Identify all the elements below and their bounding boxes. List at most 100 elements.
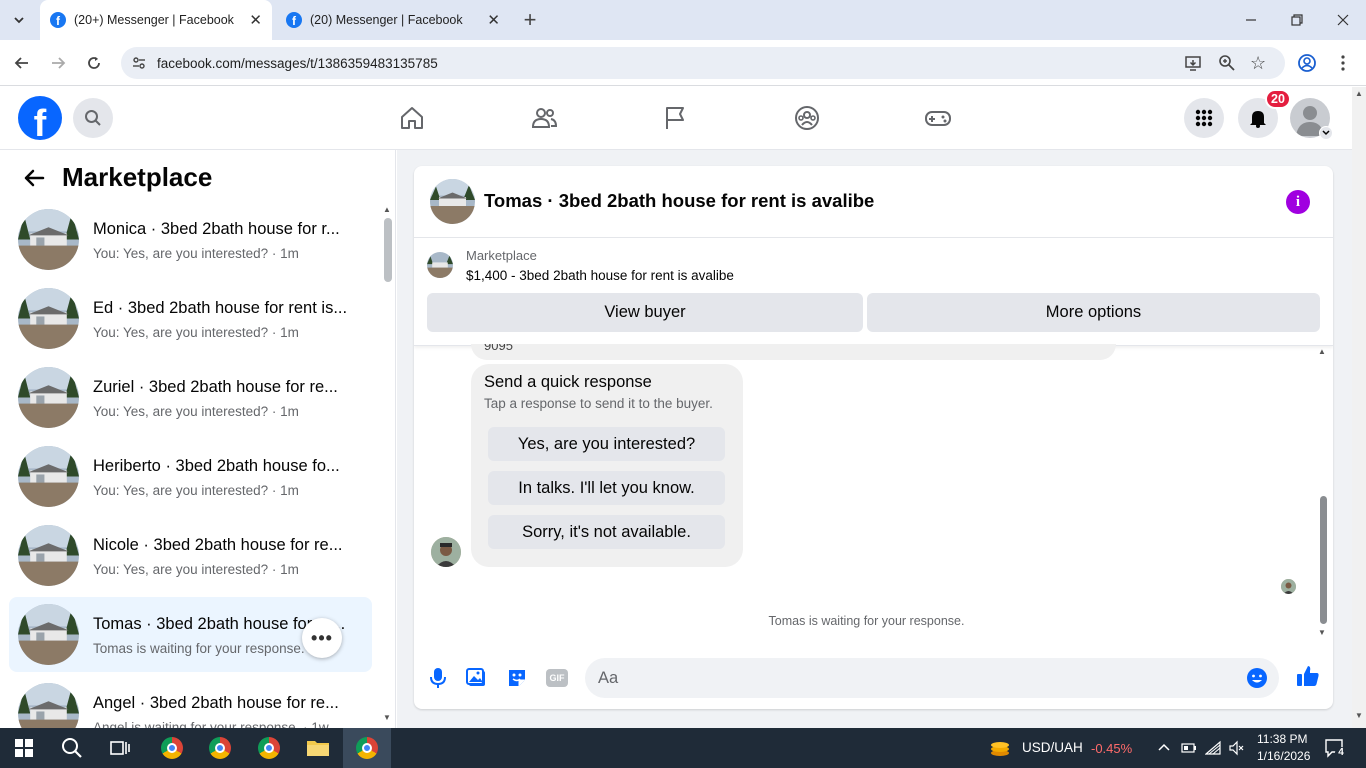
page-scrollbar[interactable]: ▲ ▼ — [1352, 87, 1366, 728]
chrome-taskbar-icon[interactable] — [196, 728, 244, 768]
previous-message-text: 9095 — [484, 344, 513, 353]
conversation-thumbnail — [18, 209, 79, 270]
listing-avatar[interactable] — [430, 179, 475, 224]
page-scroll-up-icon[interactable]: ▲ — [1355, 89, 1363, 98]
quick-response-option[interactable]: Sorry, it's not available. — [488, 515, 725, 549]
conversation-name: Nicole · 3bed 2bath house for re... — [93, 536, 343, 554]
windows-start-icon[interactable] — [0, 728, 48, 768]
quick-response-option[interactable]: Yes, are you interested? — [488, 427, 725, 461]
facebook-logo-icon[interactable]: f — [18, 96, 62, 140]
conversation-thumbnail — [18, 525, 79, 586]
view-buyer-button[interactable]: View buyer — [427, 293, 863, 332]
tab-search-icon[interactable] — [8, 9, 30, 31]
account-chevron-icon[interactable] — [1319, 126, 1333, 140]
pages-flag-icon[interactable] — [660, 103, 690, 133]
volume-muted-icon[interactable] — [1228, 740, 1244, 761]
message-composer: GIF Aa — [414, 649, 1333, 709]
taskbar-search-icon[interactable] — [48, 728, 96, 768]
chat-scroll-down-icon[interactable]: ▼ — [1318, 628, 1326, 637]
scroll-down-arrow-icon[interactable]: ▼ — [383, 713, 391, 722]
reload-icon[interactable] — [83, 52, 105, 74]
notification-count-badge: 20 — [1265, 89, 1291, 109]
taskbar-date[interactable]: 1/16/2026 — [1257, 749, 1310, 763]
tab-messenger-2[interactable]: f (20) Messenger | Facebook ✕ — [278, 0, 510, 40]
chat-scrollbar[interactable] — [1320, 496, 1327, 624]
battery-icon[interactable] — [1181, 741, 1197, 760]
taskbar-time[interactable]: 11:38 PM — [1257, 732, 1307, 746]
currency-pair[interactable]: USD/UAH — [1022, 740, 1083, 755]
sticker-icon[interactable] — [504, 665, 530, 691]
forward-icon[interactable] — [47, 52, 69, 74]
chrome-taskbar-icon[interactable] — [245, 728, 293, 768]
scroll-up-arrow-icon[interactable]: ▲ — [383, 205, 391, 214]
friends-icon[interactable] — [529, 103, 559, 133]
minimize-icon[interactable] — [1240, 9, 1262, 31]
conversation-item[interactable]: Nicole · 3bed 2bath house for re... You: … — [9, 518, 372, 593]
quick-response-card: Send a quick response Tap a response to … — [471, 364, 743, 567]
back-arrow-icon[interactable] — [22, 166, 46, 195]
currency-widget-icon[interactable] — [989, 738, 1011, 758]
conversation-item[interactable]: Monica · 3bed 2bath house for r... You: Y… — [9, 202, 372, 277]
url-field[interactable]: facebook.com/messages/t/1386359483135785… — [121, 47, 1285, 79]
browser-menu-icon[interactable] — [1332, 52, 1354, 74]
search-icon[interactable] — [73, 98, 113, 138]
new-tab-icon[interactable]: + — [519, 7, 541, 32]
conversation-item[interactable]: Ed · 3bed 2bath house for rent is... You:… — [9, 281, 372, 356]
profile-icon[interactable] — [1296, 52, 1318, 74]
browser-tab-bar: f (20+) Messenger | Facebook ✕ f (20) Me… — [0, 0, 1366, 40]
conversation-thumbnail — [18, 604, 79, 665]
chrome-taskbar-icon[interactable] — [148, 728, 196, 768]
conversation-preview: You: Yes, are you interested? · 1m — [93, 483, 299, 498]
photo-icon[interactable] — [464, 665, 490, 691]
message-placeholder: Aa — [598, 668, 619, 687]
message-input[interactable]: Aa — [585, 658, 1279, 698]
back-icon[interactable] — [11, 52, 33, 74]
close-tab-icon[interactable]: ✕ — [249, 11, 262, 29]
more-options-button[interactable]: More options — [867, 293, 1320, 332]
site-info-icon[interactable] — [131, 55, 147, 74]
file-explorer-icon[interactable] — [294, 728, 342, 768]
gif-icon[interactable]: GIF — [544, 665, 570, 691]
conversation-thumbnail — [18, 367, 79, 428]
home-icon[interactable] — [397, 103, 427, 133]
conversation-item[interactable]: Zuriel · 3bed 2bath house for re... You: … — [9, 360, 372, 435]
microphone-icon[interactable] — [425, 665, 451, 691]
quick-response-option[interactable]: In talks. I'll let you know. — [488, 471, 725, 505]
conversation-name: Angel · 3bed 2bath house for re... — [93, 694, 339, 712]
bookmark-star-icon[interactable]: ☆ — [1250, 53, 1266, 74]
close-tab-icon[interactable]: ✕ — [487, 11, 500, 29]
previous-message-bubble: 9095 — [471, 344, 1116, 360]
info-icon[interactable]: i — [1286, 190, 1310, 214]
task-view-icon[interactable] — [96, 728, 144, 768]
listing-price-title[interactable]: $1,400 - 3bed 2bath house for rent is av… — [466, 268, 734, 283]
close-window-icon[interactable] — [1332, 9, 1354, 31]
conversation-item[interactable]: Angel · 3bed 2bath house for re... Angel … — [9, 676, 372, 728]
currency-change: -0.45% — [1091, 741, 1133, 756]
conversation-thumbnail — [18, 446, 79, 507]
page-scroll-down-icon[interactable]: ▼ — [1355, 711, 1363, 720]
listing-thumbnail[interactable] — [427, 252, 453, 278]
windows-taskbar: USD/UAH -0.45% 11:38 PM 1/16/2026 4 — [0, 728, 1366, 768]
conversation-name: Ed · 3bed 2bath house for rent is... — [93, 299, 348, 317]
conversation-options-button[interactable]: ••• — [302, 618, 342, 658]
conversation-item[interactable]: Heriberto · 3bed 2bath house fo... You: Y… — [9, 439, 372, 514]
menu-grid-icon[interactable] — [1184, 98, 1224, 138]
gaming-icon[interactable] — [923, 103, 953, 133]
chat-scroll-up-icon[interactable]: ▲ — [1318, 347, 1326, 356]
chrome-taskbar-icon-active[interactable] — [343, 728, 391, 768]
tab-messenger-1[interactable]: f (20+) Messenger | Facebook ✕ — [40, 0, 272, 40]
sender-avatar[interactable] — [431, 537, 461, 567]
left-panel-scrollbar[interactable] — [384, 218, 392, 282]
conversation-preview: You: Yes, are you interested? · 1m — [93, 246, 299, 261]
url-text: facebook.com/messages/t/1386359483135785 — [157, 55, 438, 71]
conversation-name: Monica · 3bed 2bath house for r... — [93, 220, 340, 238]
wifi-icon[interactable] — [1204, 740, 1221, 761]
chat-title: Tomas · 3bed 2bath house for rent is ava… — [484, 190, 875, 211]
thumbs-up-icon[interactable] — [1295, 663, 1321, 689]
hidden-icons-chevron-icon[interactable] — [1157, 740, 1171, 759]
emoji-icon[interactable] — [1246, 667, 1268, 694]
zoom-icon[interactable] — [1218, 54, 1236, 75]
restore-icon[interactable] — [1286, 9, 1308, 31]
install-app-icon[interactable] — [1184, 54, 1202, 75]
groups-icon[interactable] — [792, 103, 822, 133]
